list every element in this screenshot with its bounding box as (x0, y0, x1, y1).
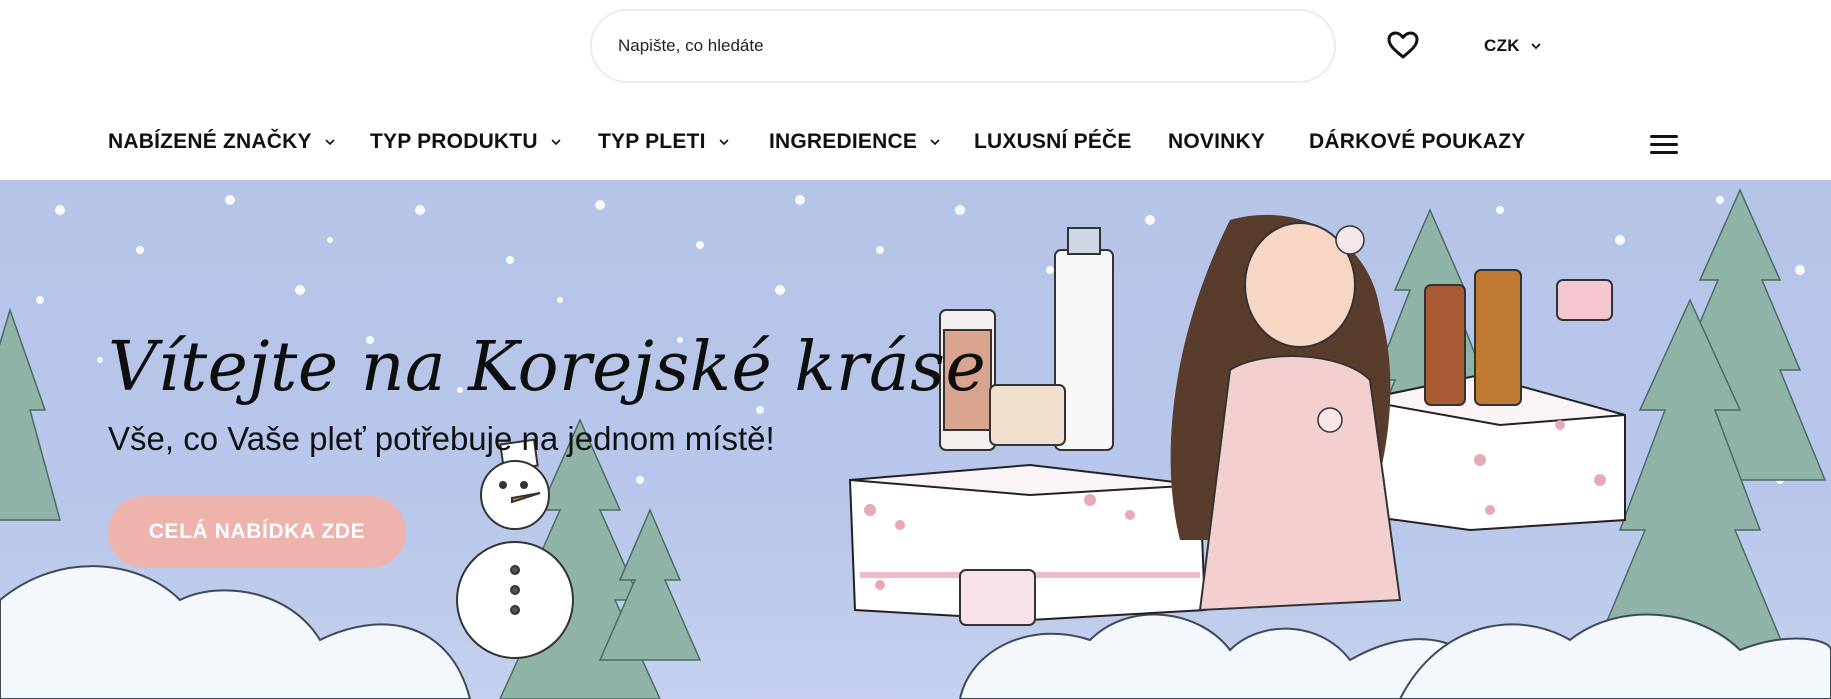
nav-item-skin-type[interactable]: TYP PLETI (598, 130, 730, 154)
search-box[interactable] (590, 9, 1336, 83)
currency-label: CZK (1484, 36, 1520, 55)
heart-icon[interactable] (1386, 30, 1420, 60)
nav-item-product-type[interactable]: TYP PRODUKTU (370, 130, 562, 154)
top-bar: CZK (0, 0, 1831, 96)
shop-all-button[interactable]: CELÁ NABÍDKA ZDE (108, 496, 406, 568)
hero-title: Vítejte na Korejské kráse (108, 328, 987, 407)
search-input[interactable] (618, 36, 1334, 56)
nav-item-label: TYP PLETI (598, 130, 706, 153)
nav-item-new[interactable]: NOVINKY (1168, 130, 1265, 154)
chevron-down-icon (1531, 43, 1541, 50)
chevron-down-icon (325, 139, 335, 146)
nav-item-luxury-care[interactable]: LUXUSNÍ PÉČE (974, 130, 1132, 154)
chevron-down-icon (930, 139, 940, 146)
nav-item-brands[interactable]: NABÍZENÉ ZNAČKY (108, 130, 336, 154)
nav-item-label: INGREDIENCE (769, 130, 918, 153)
nav-item-label: TYP PRODUKTU (370, 130, 538, 153)
nav-item-ingredients[interactable]: INGREDIENCE (769, 130, 941, 154)
nav-item-label: LUXUSNÍ PÉČE (974, 130, 1132, 153)
girl-illustration (1170, 214, 1402, 612)
nav-item-label: NABÍZENÉ ZNAČKY (108, 130, 312, 153)
main-nav: NABÍZENÉ ZNAČKY TYP PRODUKTU TYP PLETI I… (0, 118, 1831, 172)
nav-item-gift-vouchers[interactable]: DÁRKOVÉ POUKAZY (1309, 130, 1526, 154)
currency-selector[interactable]: CZK (1484, 34, 1542, 58)
hamburger-menu-icon[interactable] (1650, 135, 1678, 155)
nav-item-label: DÁRKOVÉ POUKAZY (1309, 130, 1526, 153)
chevron-down-icon (551, 139, 561, 146)
hero-banner: Vítejte na Korejské kráse Vše, co Vaše p… (0, 180, 1831, 699)
chevron-down-icon (719, 139, 729, 146)
hero-subtitle: Vše, co Vaše pleť potřebuje na jednom mí… (108, 420, 775, 457)
nav-item-label: NOVINKY (1168, 130, 1266, 153)
